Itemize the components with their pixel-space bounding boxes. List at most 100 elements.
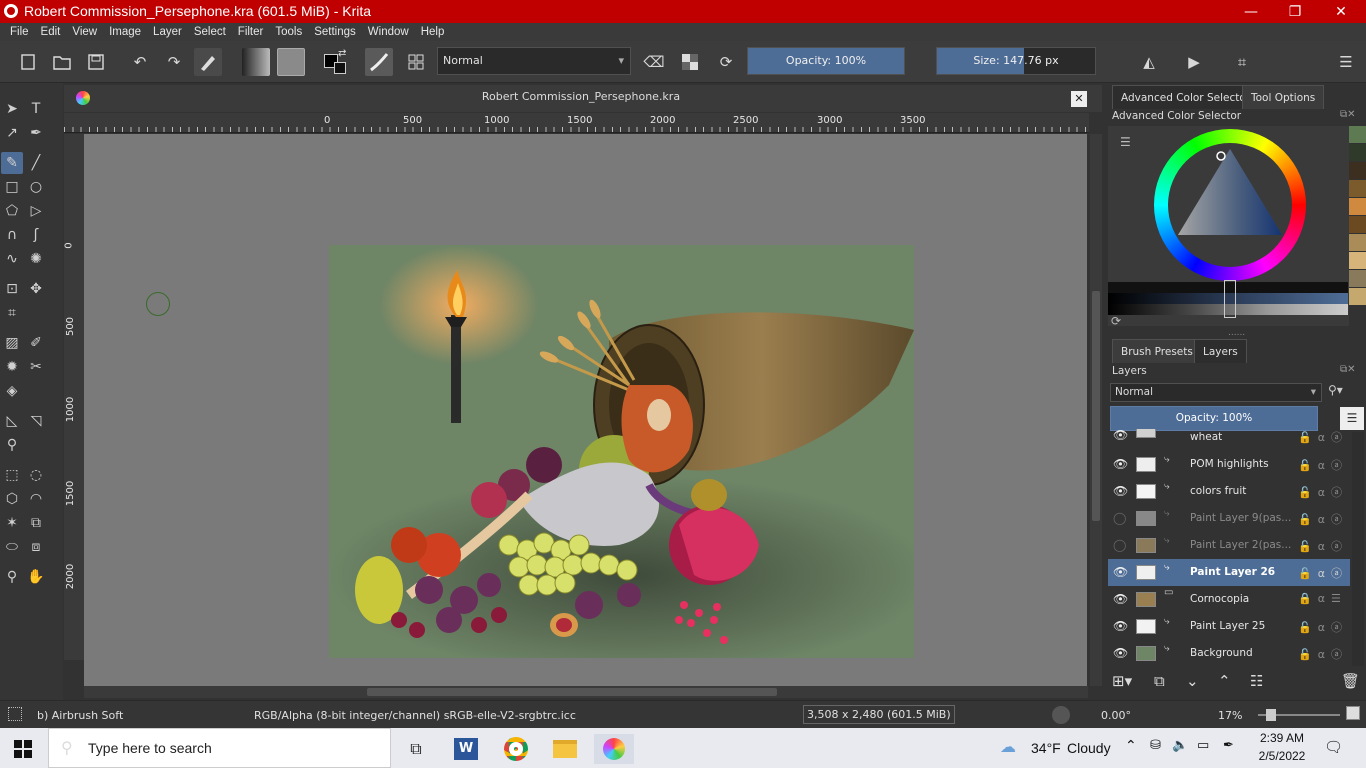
color-swatch[interactable]	[1349, 252, 1366, 269]
brush-preset-icon[interactable]	[365, 48, 393, 76]
status-rotation[interactable]: 0.00°	[1101, 709, 1131, 722]
mirror-vertical-icon[interactable]: ▶	[1181, 49, 1207, 75]
layer-lock-alpha-icons[interactable]: 🔓αⓐ	[1298, 538, 1348, 554]
layer-row[interactable]: ◯ ⤷ Paint Layer 2(pas... 🔓αⓐ	[1108, 532, 1350, 559]
notifications-icon[interactable]: 🗨	[1324, 738, 1343, 756]
layer-row[interactable]: ◯ ⤷ Paint Layer 9(pas... 🔓αⓐ	[1108, 505, 1350, 532]
menu-window[interactable]: Window	[362, 23, 415, 41]
layer-properties-sliders-icon[interactable]: ☷	[1250, 672, 1263, 690]
fullscreen-toggle-icon[interactable]	[1346, 706, 1360, 720]
calligraphy-tool-icon[interactable]: ✒	[25, 122, 47, 144]
status-zoom[interactable]: 17%	[1218, 709, 1242, 722]
layer-lock-alpha-icons[interactable]: 🔓αⓐ	[1298, 565, 1348, 581]
clock-time[interactable]: 2:39 AM	[1258, 731, 1306, 745]
visibility-hidden-icon[interactable]: ◯	[1113, 539, 1127, 551]
menu-edit[interactable]: Edit	[35, 23, 67, 41]
pen-workspace-icon[interactable]: ✒	[1223, 738, 1234, 753]
freehand-brush-tool-icon[interactable]: ✎	[1, 152, 23, 174]
multibrush-options-icon[interactable]	[403, 49, 429, 75]
weather-cloud-icon[interactable]: ☁	[1000, 737, 1016, 756]
pan-tool-icon[interactable]: ✋	[25, 566, 47, 588]
filter-layers-icon[interactable]: ⚲▾	[1328, 383, 1343, 397]
file-explorer-app-icon[interactable]	[545, 734, 585, 764]
wrap-around-icon[interactable]: ⌗	[1229, 49, 1255, 75]
zoom-slider-handle[interactable]	[1266, 709, 1276, 721]
gradient-selector-icon[interactable]	[242, 48, 270, 76]
visibility-eye-icon[interactable]: 👁	[1113, 458, 1128, 470]
color-history-swatches[interactable]	[1349, 126, 1366, 306]
zoom-tool-icon[interactable]: ⚲	[1, 566, 23, 588]
layer-properties-icon[interactable]: ☰	[1340, 407, 1364, 430]
clock-date[interactable]: 2/5/2022	[1256, 749, 1308, 763]
horizontal-scrollbar[interactable]	[84, 686, 1088, 698]
color-swatch[interactable]	[1349, 198, 1366, 215]
delete-layer-icon[interactable]: 🗑	[1341, 672, 1360, 690]
layer-lock-alpha-icons[interactable]: 🔓αⓐ	[1298, 646, 1348, 662]
horizontal-scrollbar-thumb[interactable]	[367, 688, 777, 696]
dynamic-brush-tool-icon[interactable]: ∿	[1, 248, 23, 270]
color-swatch[interactable]	[1349, 234, 1366, 251]
color-swatch[interactable]	[1349, 162, 1366, 179]
text-tool-icon[interactable]: T	[25, 98, 47, 120]
color-sampler-tool-icon[interactable]: ✐	[25, 332, 47, 354]
artwork-image[interactable]	[329, 245, 914, 658]
docker-float-close-icon[interactable]: ⧉✕	[1340, 109, 1356, 120]
polygon-tool-icon[interactable]: ⬠	[1, 200, 23, 222]
tab-brush-presets[interactable]: Brush Presets	[1112, 339, 1202, 363]
save-document-icon[interactable]	[83, 49, 109, 75]
layer-lock-alpha-icons[interactable]: 🔓αⓐ	[1298, 511, 1348, 527]
ellipse-tool-icon[interactable]: ○	[25, 176, 47, 198]
rectangular-selection-tool-icon[interactable]: ⬚	[1, 464, 23, 486]
move-layer-up-icon[interactable]: ⌃	[1218, 672, 1231, 690]
layer-lock-alpha-icons[interactable]: 🔓αⓐ	[1298, 619, 1348, 635]
brush-editor-icon[interactable]	[194, 48, 222, 76]
visibility-eye-icon[interactable]: 👁	[1113, 429, 1128, 441]
visibility-eye-icon[interactable]: 👁	[1113, 647, 1128, 659]
bezier-tool-icon[interactable]: ∩	[1, 224, 23, 246]
freehand-path-tool-icon[interactable]: ʃ	[25, 224, 47, 246]
contiguous-selection-tool-icon[interactable]: ✶	[1, 512, 23, 534]
menu-settings[interactable]: Settings	[308, 23, 362, 41]
vertical-scrollbar-thumb[interactable]	[1092, 291, 1100, 521]
reload-preset-icon[interactable]: ⟳	[713, 49, 739, 75]
polygonal-selection-tool-icon[interactable]: ⬡	[1, 488, 23, 510]
measure-tool-icon[interactable]: ◹	[25, 410, 47, 432]
layer-opacity-slider[interactable]: Opacity: 100%	[1110, 406, 1318, 431]
gradient-tool-icon[interactable]: ▨	[1, 332, 23, 354]
freehand-selection-tool-icon[interactable]: ◠	[25, 488, 47, 510]
move-layer-down-icon[interactable]: ⌄	[1186, 672, 1199, 690]
layers-scrollbar[interactable]	[1352, 432, 1364, 666]
word-app-icon[interactable]: W	[446, 734, 486, 764]
layer-lock-alpha-icons[interactable]: 🔓αⓐ	[1298, 429, 1348, 445]
menu-help[interactable]: Help	[415, 23, 451, 41]
menu-view[interactable]: View	[66, 23, 103, 41]
tab-tool-options[interactable]: Tool Options	[1242, 85, 1325, 109]
eraser-mode-icon[interactable]: ⌫	[641, 49, 667, 75]
minimize-button[interactable]: —	[1228, 0, 1274, 23]
fill-tool-icon[interactable]: ◈	[1, 380, 23, 402]
taskbar-search-box[interactable]: ⚲ Type here to search	[48, 728, 391, 768]
layer-row[interactable]: 👁 ⤷ POM highlights 🔓αⓐ	[1108, 451, 1350, 478]
windows-start-icon[interactable]	[14, 740, 32, 761]
multibrush-tool-icon[interactable]: ✺	[25, 248, 47, 270]
color-selector-menu-icon[interactable]: ☰	[1120, 135, 1131, 149]
mirror-horizontal-icon[interactable]: ◭	[1136, 49, 1162, 75]
line-tool-icon[interactable]: ╱	[25, 152, 47, 174]
visibility-eye-icon[interactable]: 👁	[1113, 566, 1128, 578]
visibility-hidden-icon[interactable]: ◯	[1113, 512, 1127, 524]
docker-menu-icon[interactable]: ☰	[1333, 49, 1359, 75]
move-tool-icon[interactable]: ✥	[25, 278, 47, 300]
docker-float-close-icon[interactable]: ⧉✕	[1340, 364, 1356, 375]
polyline-tool-icon[interactable]: ▷	[25, 200, 47, 222]
layer-blend-mode-select[interactable]: Normal ▾	[1110, 383, 1322, 402]
vertical-scrollbar[interactable]	[1090, 134, 1102, 686]
blend-mode-select[interactable]: Normal ▾	[437, 47, 631, 75]
menu-layer[interactable]: Layer	[147, 23, 188, 41]
krita-app-icon[interactable]	[594, 734, 634, 764]
layer-lock-alpha-icons[interactable]: 🔒α☰	[1298, 592, 1347, 605]
layer-lock-alpha-icons[interactable]: 🔓αⓐ	[1298, 457, 1348, 473]
preserve-alpha-icon[interactable]	[677, 49, 703, 75]
transform-tool-icon[interactable]: ⊡	[1, 278, 23, 300]
redo-icon[interactable]: ↷	[161, 49, 187, 75]
new-document-icon[interactable]	[15, 49, 41, 75]
